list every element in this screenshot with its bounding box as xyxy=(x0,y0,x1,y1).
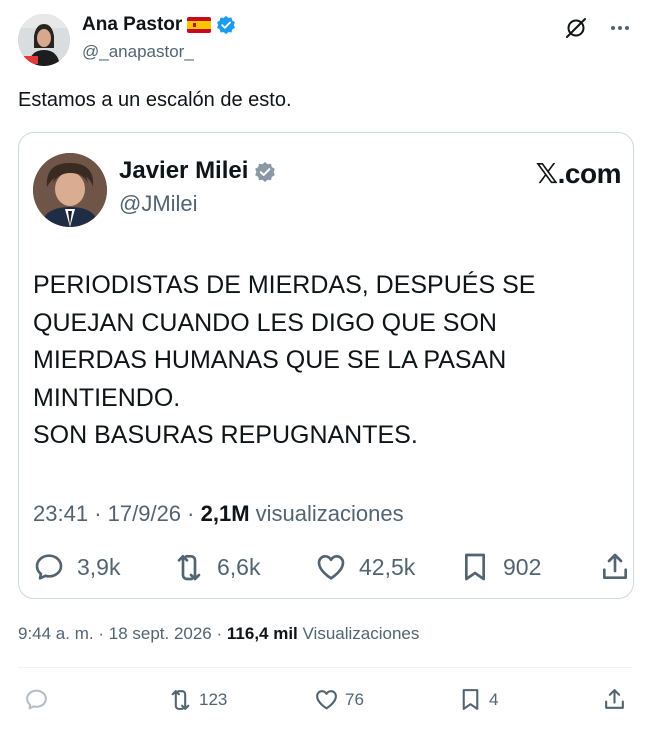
meta-separator: · xyxy=(94,501,108,526)
x-brand-logo: 𝕏.com xyxy=(535,158,622,189)
quoted-like-count: 42,5k xyxy=(359,553,416,580)
share-icon xyxy=(603,553,627,579)
meta-separator: · xyxy=(187,501,201,526)
quoted-time: 23:41 xyxy=(33,501,89,526)
author-name[interactable]: Ana Pastor xyxy=(82,14,182,36)
spain-flag-icon xyxy=(187,17,212,33)
like-icon xyxy=(317,555,345,580)
quoted-bookmark-count: 902 xyxy=(503,553,542,580)
quoted-reply-button[interactable]: 3,9k xyxy=(33,551,120,583)
quoted-bookmark-button[interactable]: 902 xyxy=(459,551,541,583)
quoted-actions: 3,9k 6,6k 42,5k 902 xyxy=(33,551,627,585)
meta-separator: · xyxy=(98,624,109,643)
quoted-like-button[interactable]: 42,5k xyxy=(315,551,415,583)
post-date[interactable]: 18 sept. 2026 xyxy=(109,624,212,643)
header-actions xyxy=(564,16,632,40)
more-icon[interactable] xyxy=(608,16,632,40)
author-handle[interactable]: @_anapastor_ xyxy=(82,42,194,62)
post-meta: 9:44 a. m. · 18 sept. 2026 · 116,4 mil V… xyxy=(18,624,419,644)
post-views-label: Visualizaciones xyxy=(302,624,420,643)
verified-badge-icon xyxy=(254,161,276,182)
post-actions: 123 76 4 xyxy=(18,687,632,715)
reply-icon xyxy=(35,554,63,580)
repost-count: 123 xyxy=(199,689,228,709)
reply-icon xyxy=(26,689,47,710)
quoted-author-avatar[interactable] xyxy=(33,153,107,227)
reply-button[interactable] xyxy=(24,687,55,712)
meta-separator: · xyxy=(216,624,227,643)
post-views-count: 116,4 mil xyxy=(226,624,298,643)
quoted-text: PERIODISTAS DE MIERDAS, DESPUÉS SE QUEJA… xyxy=(33,271,536,449)
bookmark-button[interactable]: 4 xyxy=(458,687,498,712)
verified-badge-icon xyxy=(216,15,236,35)
like-button[interactable]: 76 xyxy=(314,687,364,712)
quoted-repost-button[interactable]: 6,6k xyxy=(173,551,260,583)
bookmark-icon xyxy=(462,689,479,710)
like-icon xyxy=(316,690,337,710)
post-text: Estamos a un escalón de esto. xyxy=(18,89,292,111)
quoted-views-label: visualizaciones xyxy=(255,501,404,526)
share-button[interactable] xyxy=(602,687,627,712)
post-time[interactable]: 9:44 a. m. xyxy=(18,624,94,643)
repost-icon xyxy=(177,555,201,581)
quoted-author-name-row[interactable]: Javier Milei xyxy=(119,157,276,185)
bookmark-icon xyxy=(465,553,485,581)
quoted-author-handle[interactable]: @JMilei xyxy=(119,191,198,217)
quoted-author-name[interactable]: Javier Milei xyxy=(119,157,248,185)
quoted-share-button[interactable] xyxy=(599,551,631,583)
author-avatar[interactable] xyxy=(18,14,70,66)
like-count: 76 xyxy=(345,689,364,709)
quoted-meta: 23:41 · 17/9/26 · 2,1M visualizaciones xyxy=(33,501,404,527)
repost-button[interactable]: 123 xyxy=(168,687,227,712)
quoted-views-count: 2,1M xyxy=(200,501,250,526)
author-name-row[interactable]: Ana Pastor xyxy=(82,14,236,36)
repost-icon xyxy=(171,690,190,710)
grok-icon[interactable] xyxy=(564,16,588,40)
share-icon xyxy=(605,689,624,709)
quoted-repost-count: 6,6k xyxy=(217,553,261,580)
quoted-tweet-card[interactable]: Javier Milei @JMilei 𝕏.com PERIODISTAS D… xyxy=(18,132,634,599)
divider xyxy=(18,667,632,668)
quoted-reply-count: 3,9k xyxy=(77,553,121,580)
quoted-date: 17/9/26 xyxy=(107,501,182,526)
bookmark-count: 4 xyxy=(489,689,499,709)
